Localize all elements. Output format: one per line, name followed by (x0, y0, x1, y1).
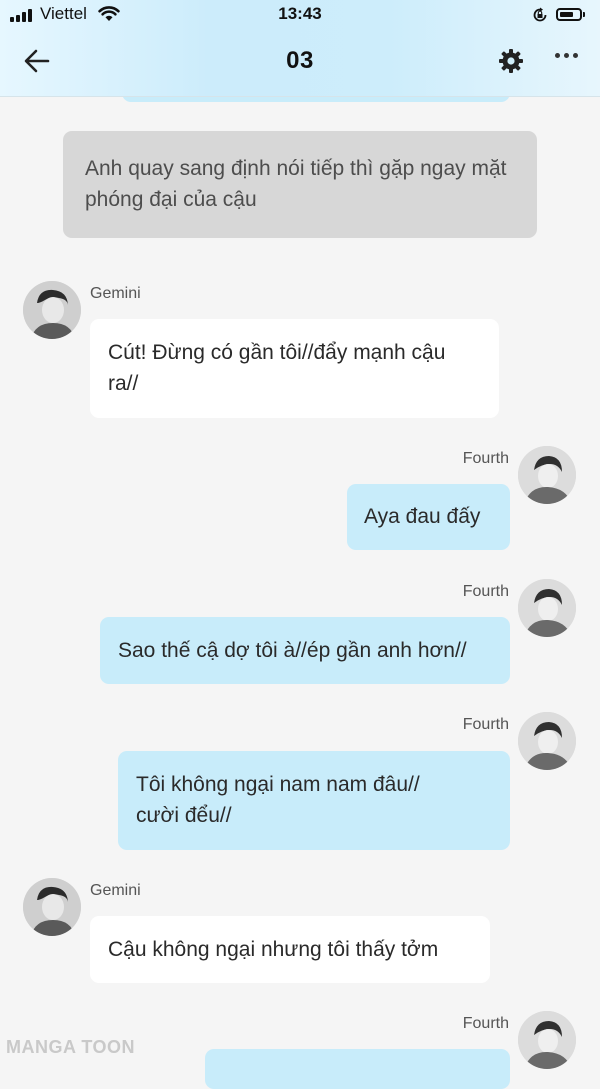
avatar[interactable] (518, 712, 576, 770)
narration-bubble: Anh quay sang định nói tiếp thì gặp ngay… (63, 131, 537, 238)
message-text: Aya đau đấy (364, 505, 481, 528)
sender-name: Fourth (462, 716, 509, 733)
sender-name: Fourth (462, 583, 509, 600)
watermark: MANGA TOON (6, 1037, 135, 1057)
message-text: Sao thế cậ dợ tôi à//ép gần anh hơn// (118, 639, 467, 662)
narration-text: Anh quay sang định nói tiếp thì gặp ngay… (85, 157, 507, 211)
sender-name: Gemini (90, 882, 141, 899)
sender-name: Gemini (90, 285, 141, 302)
more-dots-icon[interactable] (555, 53, 578, 58)
message-text: Tôi không ngại nam nam đâu// cười đểu// (136, 773, 420, 827)
message-bubble[interactable]: Cậu không ngại nhưng tôi thấy tởm (90, 916, 490, 983)
message-bubble[interactable]: Aya đau đấy (347, 484, 510, 550)
battery-icon (556, 8, 585, 21)
avatar-fourth-icon (518, 446, 576, 504)
avatar-fourth-icon (518, 1011, 576, 1069)
sender-name: Fourth (462, 1015, 509, 1032)
avatar[interactable] (23, 281, 81, 339)
orientation-lock-icon (533, 7, 547, 22)
avatar-gemini-icon (23, 878, 81, 936)
status-time: 13:43 (278, 4, 322, 23)
avatar[interactable] (518, 579, 576, 637)
message-bubble[interactable]: Cút! Đừng có gần tôi//đẩy mạnh cậu ra// (90, 319, 499, 418)
gear-icon[interactable] (498, 48, 524, 74)
header: Viettel 13:43 03 (0, 0, 600, 97)
message-bubble[interactable] (205, 1049, 510, 1089)
avatar-fourth-icon (518, 579, 576, 637)
avatar-fourth-icon (518, 712, 576, 770)
sender-name: Fourth (462, 450, 509, 467)
avatar-gemini-icon (23, 281, 81, 339)
status-bar: Viettel 13:43 (0, 4, 600, 26)
message-bubble[interactable]: Sao thế cậ dợ tôi à//ép gần anh hơn// (100, 617, 510, 684)
message-text: Cút! Đừng có gần tôi//đẩy mạnh cậu ra// (108, 341, 446, 395)
avatar[interactable] (518, 446, 576, 504)
message-bubble[interactable]: Tôi không ngại nam nam đâu// cười đểu// (118, 751, 510, 850)
avatar[interactable] (518, 1011, 576, 1069)
message-text: Cậu không ngại nhưng tôi thấy tởm (108, 938, 439, 961)
avatar[interactable] (23, 878, 81, 936)
